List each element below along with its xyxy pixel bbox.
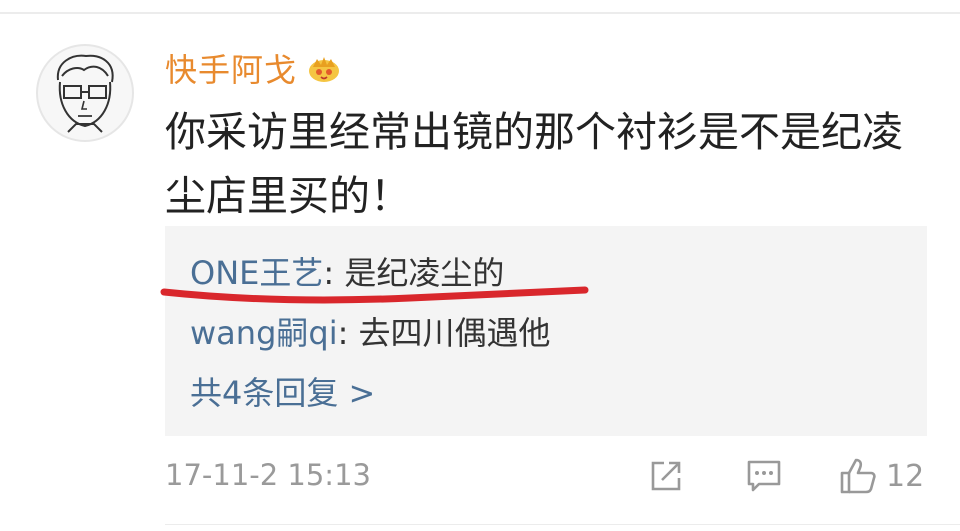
reply-username[interactable]: wang嗣qi xyxy=(190,314,338,352)
username-row: 快手阿戈 xyxy=(165,44,341,92)
share-icon xyxy=(651,461,681,491)
reply-text: 去四川偶遇他 xyxy=(358,314,551,352)
thumbs-up-icon xyxy=(840,458,876,494)
more-replies-link[interactable]: 共4条回复 > xyxy=(190,368,375,414)
timestamp: 17-11-2 15:13 xyxy=(165,458,371,492)
username[interactable]: 快手阿戈 xyxy=(165,45,297,91)
avatar[interactable] xyxy=(36,44,134,142)
top-divider xyxy=(0,12,960,14)
comment-button[interactable] xyxy=(745,452,783,500)
comment-text: 你采访里经常出镜的那个衬衫是不是纪凌尘店里买的！ xyxy=(165,108,903,220)
comment-icon xyxy=(747,460,781,492)
replies-box[interactable]: ONE王艺: 是纪凌尘的 wang嗣qi: 去四川偶遇他 共4条回复 > xyxy=(165,226,927,436)
reply-item[interactable]: wang嗣qi: 去四川偶遇他 xyxy=(190,308,551,354)
avatar-sketch-icon xyxy=(56,54,114,133)
reply-text: 是纪凌尘的 xyxy=(344,254,505,292)
weibo-comment-card: 快手阿戈 你采访里经常出镜的那个衬衫是不是纪凌尘店里买的！ ONE王艺: 是纪凌… xyxy=(0,0,960,531)
share-button[interactable] xyxy=(648,452,684,500)
reply-separator: : xyxy=(337,314,359,352)
reply-username[interactable]: ONE王艺 xyxy=(190,254,323,292)
like-button[interactable]: 12 xyxy=(838,452,924,500)
bottom-divider xyxy=(165,524,960,525)
reply-item[interactable]: ONE王艺: 是纪凌尘的 xyxy=(190,248,504,294)
like-count: 12 xyxy=(886,458,925,494)
crown-icon xyxy=(307,53,341,83)
reply-separator: : xyxy=(323,254,345,292)
